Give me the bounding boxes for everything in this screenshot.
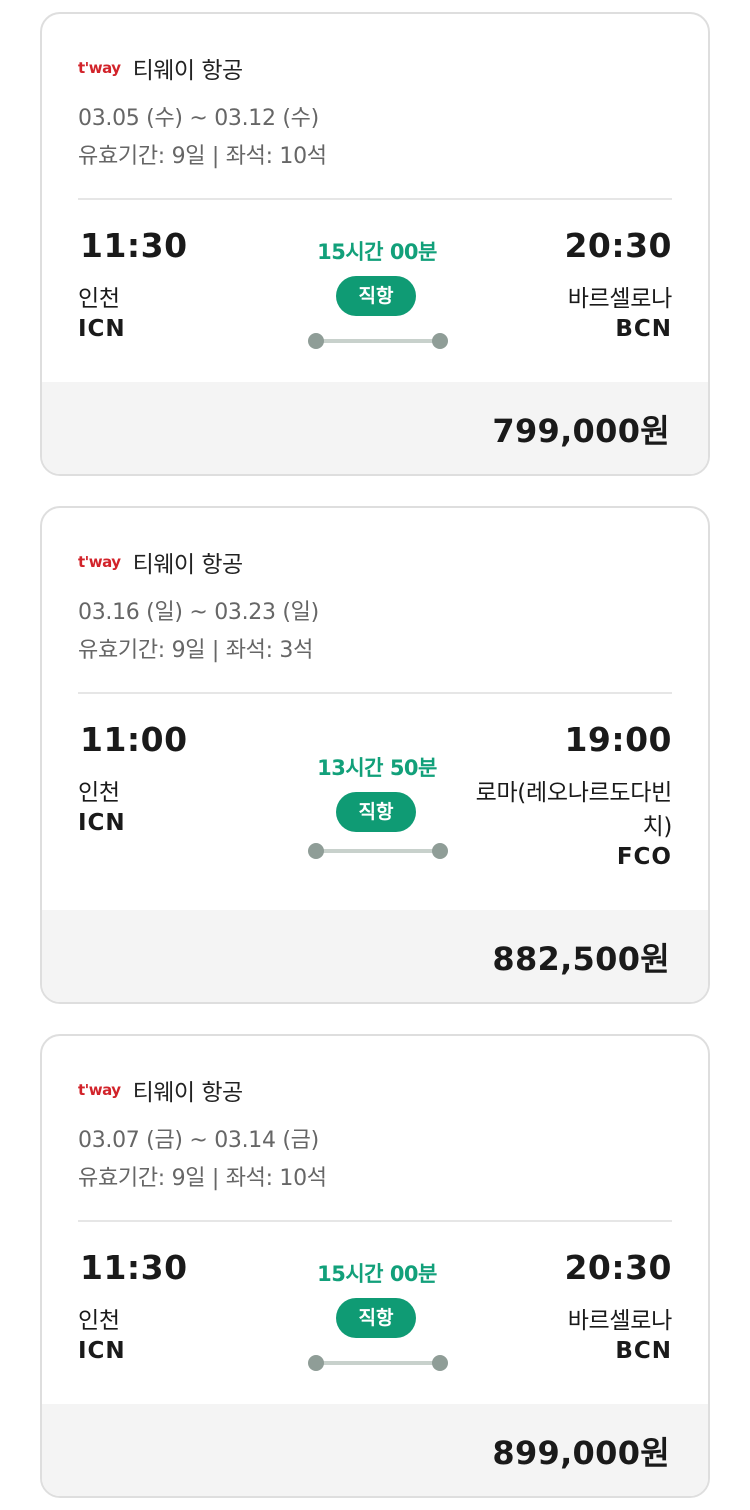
departure-code: ICN [78, 316, 126, 342]
arrival-code: FCO [616, 844, 672, 870]
tway-logo-icon: t'way [78, 1080, 121, 1099]
route-dot-icon [432, 843, 448, 859]
route-line-icon [308, 842, 448, 860]
travel-dates: 03.16 (일) ~ 03.23 (일) [78, 600, 319, 625]
airline-name: 티웨이 항공 [132, 58, 244, 84]
departure-time: 11:00 [80, 720, 188, 759]
flight-duration: 15시간 00분 [317, 1262, 437, 1286]
departure-city: 인천 [78, 780, 120, 806]
arrival-city: 로마(레오나르도다빈치) [475, 780, 673, 840]
validity-seats: 유효기간: 9일 | 좌석: 10석 [78, 1166, 327, 1191]
airline-name: 티웨이 항공 [132, 1080, 244, 1106]
divider [78, 198, 672, 200]
flight-card-body: t'way 티웨이 항공 03.07 (금) ~ 03.14 (금) 유효기간:… [42, 1036, 708, 1404]
arrival-time: 20:30 [564, 226, 672, 265]
arrival-city: 바르셀로나 [567, 286, 673, 312]
route-bar [316, 1361, 440, 1365]
route-bar [316, 849, 440, 853]
flight-duration: 15시간 00분 [317, 240, 437, 264]
airline-row: t'way 티웨이 항공 [78, 52, 243, 84]
flight-card-body: t'way 티웨이 항공 03.16 (일) ~ 03.23 (일) 유효기간:… [42, 508, 708, 910]
route-line-icon [308, 1354, 448, 1372]
tway-logo-icon: t'way [78, 58, 121, 77]
price-bar: 799,000원 [42, 382, 708, 474]
airline-row: t'way 티웨이 항공 [78, 546, 243, 578]
arrival-time: 19:00 [564, 720, 672, 759]
tway-logo-icon: t'way [78, 552, 121, 571]
route-dot-icon [432, 333, 448, 349]
direct-flight-badge: 직항 [336, 1298, 416, 1338]
flight-card[interactable]: t'way 티웨이 항공 03.16 (일) ~ 03.23 (일) 유효기간:… [40, 506, 710, 1004]
route-bar [316, 339, 440, 343]
departure-code: ICN [78, 1338, 126, 1364]
route-line-icon [308, 332, 448, 350]
departure-city: 인천 [78, 286, 120, 312]
direct-flight-badge: 직항 [336, 276, 416, 316]
arrival-time: 20:30 [564, 1248, 672, 1287]
route-dot-icon [432, 1355, 448, 1371]
price-bar: 899,000원 [42, 1404, 708, 1496]
validity-seats: 유효기간: 9일 | 좌석: 3석 [78, 638, 314, 663]
travel-dates: 03.07 (금) ~ 03.14 (금) [78, 1128, 319, 1153]
airline-name: 티웨이 항공 [132, 552, 244, 578]
departure-time: 11:30 [80, 226, 188, 265]
arrival-code: BCN [615, 316, 672, 342]
flight-list: t'way 티웨이 항공 03.05 (수) ~ 03.12 (수) 유효기간:… [0, 0, 750, 1510]
flight-card[interactable]: t'way 티웨이 항공 03.05 (수) ~ 03.12 (수) 유효기간:… [40, 12, 710, 476]
airline-row: t'way 티웨이 항공 [78, 1074, 243, 1106]
price: 799,000원 [492, 412, 670, 450]
departure-code: ICN [78, 810, 126, 836]
departure-time: 11:30 [80, 1248, 188, 1287]
flight-card[interactable]: t'way 티웨이 항공 03.07 (금) ~ 03.14 (금) 유효기간:… [40, 1034, 710, 1498]
direct-flight-badge: 직항 [336, 792, 416, 832]
arrival-city: 바르셀로나 [567, 1308, 673, 1334]
route-dot-icon [308, 843, 324, 859]
price-bar: 882,500원 [42, 910, 708, 1002]
travel-dates: 03.05 (수) ~ 03.12 (수) [78, 106, 319, 131]
route-dot-icon [308, 1355, 324, 1371]
validity-seats: 유효기간: 9일 | 좌석: 10석 [78, 144, 327, 169]
divider [78, 692, 672, 694]
flight-card-body: t'way 티웨이 항공 03.05 (수) ~ 03.12 (수) 유효기간:… [42, 14, 708, 382]
route-dot-icon [308, 333, 324, 349]
divider [78, 1220, 672, 1222]
price: 882,500원 [492, 940, 670, 978]
flight-duration: 13시간 50분 [317, 756, 437, 780]
arrival-code: BCN [615, 1338, 672, 1364]
departure-city: 인천 [78, 1308, 120, 1334]
price: 899,000원 [492, 1434, 670, 1472]
